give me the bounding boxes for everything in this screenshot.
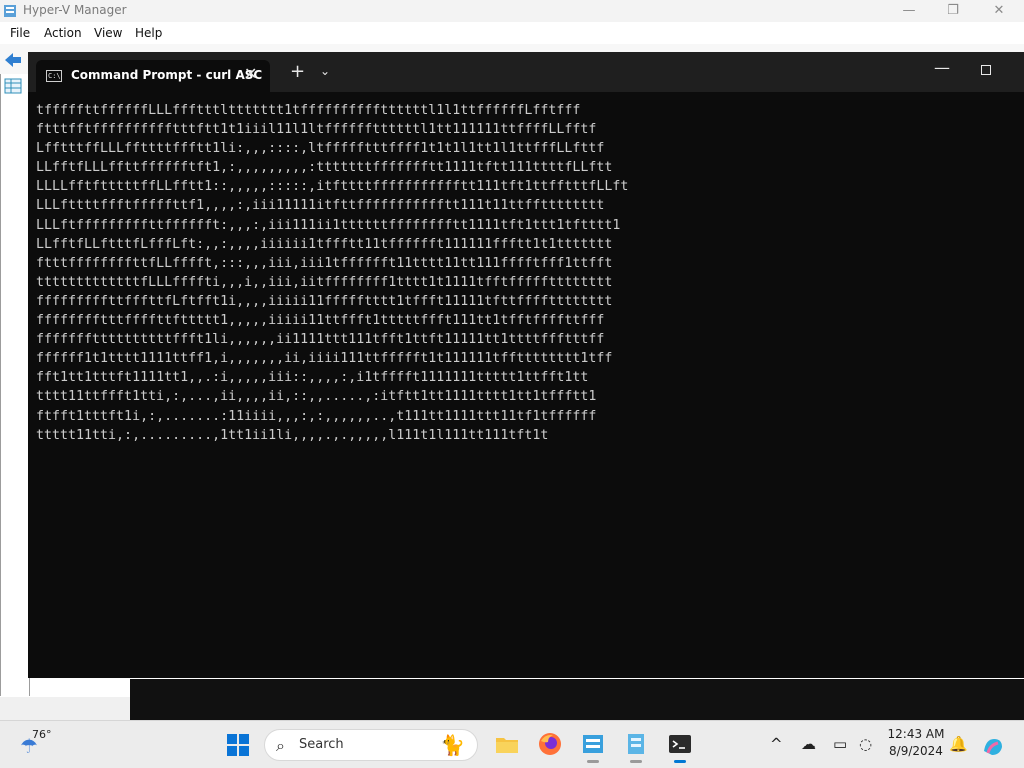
terminal-output-line: LLLfttttffftfffffttf1,,,,:,iii11111itftt… — [36, 198, 605, 214]
terminal-output-line: LLfftfLLftttfLfffLft:,,:,,,,iiiiii1tffft… — [36, 236, 613, 252]
terminal-icon[interactable] — [667, 731, 693, 757]
network-icon[interactable]: ◌ — [859, 735, 872, 753]
firefox-icon[interactable] — [537, 731, 563, 757]
terminal-window[interactable]: C:\ Command Prompt - curl ASC ✕ + ⌄ — tf… — [28, 52, 1024, 678]
terminal-output-line: ttttt11tti,:,.........,1tt1ii1li,,,,.,.,… — [36, 427, 549, 443]
hyper-v-icon[interactable] — [580, 731, 606, 757]
menu-file[interactable]: File — [10, 26, 30, 40]
terminal-output-line: tttt11ttffft1tti,:,...,ii,,,,ii,::,,....… — [36, 389, 597, 405]
hyper-v-dark-pane — [130, 679, 1024, 720]
menu-action[interactable]: Action — [44, 26, 82, 40]
terminal-output-line: ftfft1tttft1i,:,.......:11iiii,,,:,:,,,,… — [36, 408, 597, 424]
hyper-v-menubar: File Action View Help — [0, 22, 1024, 44]
terminal-output-line: LfftttffLLLffttttffftt1li:,,,::::,ltffff… — [36, 141, 605, 157]
hyper-v-app-icon — [4, 5, 16, 17]
taskbar-search-input[interactable]: ⌕ Search 🐈 — [264, 729, 478, 761]
cloud-offline-icon[interactable]: ☁ — [801, 735, 816, 753]
hyper-v-server-icon[interactable] — [4, 78, 22, 94]
search-highlight-cat-icon: 🐈 — [440, 733, 465, 757]
clock-date[interactable]: 8/9/2024 — [886, 744, 946, 758]
weather-temperature[interactable]: 76° — [32, 728, 52, 741]
terminal-output-line: tfffffttffffffLLLffftttlttttttt1tfffffff… — [36, 103, 581, 118]
hyper-v-manager-running-indicator — [630, 760, 642, 763]
terminal-output-line: fffffffffttfffttfLftfft1i,,,,iiiii11ffff… — [36, 293, 613, 309]
terminal-output[interactable]: tfffffttffffffLLLffftttlttttttt1tfffffff… — [36, 101, 1016, 671]
terminal-output-line: LLfftfLLLffttfffffftft1,:,,,,,,,,,:ttttt… — [36, 160, 613, 176]
notification-bell-icon[interactable]: 🔔 — [949, 735, 968, 753]
hyper-v-titlebar[interactable] — [0, 0, 1024, 22]
menu-view[interactable]: View — [94, 26, 122, 40]
clock-time[interactable]: 12:43 AM — [886, 727, 946, 741]
terminal-output-line: fffffffttttttttttffft1li,,,,,,ii1111ttt1… — [36, 332, 605, 348]
terminal-active-indicator — [674, 760, 686, 763]
terminal-maximize-button[interactable] — [981, 65, 991, 75]
hyper-v-running-indicator — [587, 760, 599, 763]
tab-close-icon[interactable]: ✕ — [244, 64, 257, 83]
show-hidden-icons-chevron-icon[interactable]: ^ — [770, 735, 783, 753]
hyper-v-close-button[interactable]: ✕ — [976, 1, 1022, 21]
hyper-v-status-area — [0, 697, 130, 720]
copilot-icon[interactable] — [980, 733, 1006, 759]
terminal-output-line: ftttfftfffffffffftttftt1t1iiil11l1ltffff… — [36, 122, 597, 138]
search-icon: ⌕ — [276, 736, 285, 755]
terminal-output-line: fffffffftttffffttfttttt1,,,,,iiiii11ttff… — [36, 313, 605, 329]
display-icon[interactable]: ▭ — [833, 735, 847, 753]
terminal-output-line: LLLftfffffffffttfffffft:,,,:,iii111ii1tt… — [36, 217, 621, 233]
back-arrow-icon[interactable] — [4, 51, 22, 69]
terminal-output-line: ffffff1t1tttt1111ttff1,i,,,,,,,ii,iiii11… — [36, 351, 613, 367]
terminal-output-line: tttttttttttttfLLLffffti,,,i,,iii,iitffff… — [36, 274, 613, 290]
hyper-v-manager-icon[interactable] — [623, 731, 649, 757]
terminal-tab[interactable]: C:\ Command Prompt - curl ASC ✕ — [36, 60, 270, 92]
terminal-output-line: LLLLfftftttttffLLfftt1::,,,,,:::::,itftt… — [36, 179, 629, 195]
hyper-v-restore-button[interactable]: ❐ — [930, 1, 976, 21]
terminal-tabbar[interactable]: C:\ Command Prompt - curl ASC ✕ + ⌄ — — [28, 52, 1024, 92]
menu-help[interactable]: Help — [135, 26, 162, 40]
folder-icon[interactable] — [494, 731, 520, 757]
hyper-v-title: Hyper-V Manager — [23, 3, 127, 17]
tab-dropdown-chevron-icon[interactable]: ⌄ — [320, 64, 330, 78]
command-prompt-icon: C:\ — [46, 70, 62, 82]
terminal-output-line: ftttffffffffttfLLfffft,:::,,,iii,iii1tff… — [36, 255, 613, 271]
terminal-tab-title: Command Prompt - curl ASC — [71, 68, 263, 82]
hyper-v-tree-pane — [0, 74, 30, 696]
terminal-minimize-button[interactable]: — — [934, 58, 950, 77]
search-placeholder: Search — [299, 737, 344, 752]
hyper-v-minimize-button[interactable]: — — [886, 1, 932, 21]
terminal-output-line: fft1tt1tttft1111tt1,,.:i,,,,,iii::,,,,:,… — [36, 370, 589, 386]
windows-logo-icon[interactable] — [226, 733, 250, 757]
new-tab-button[interactable]: + — [290, 62, 305, 82]
